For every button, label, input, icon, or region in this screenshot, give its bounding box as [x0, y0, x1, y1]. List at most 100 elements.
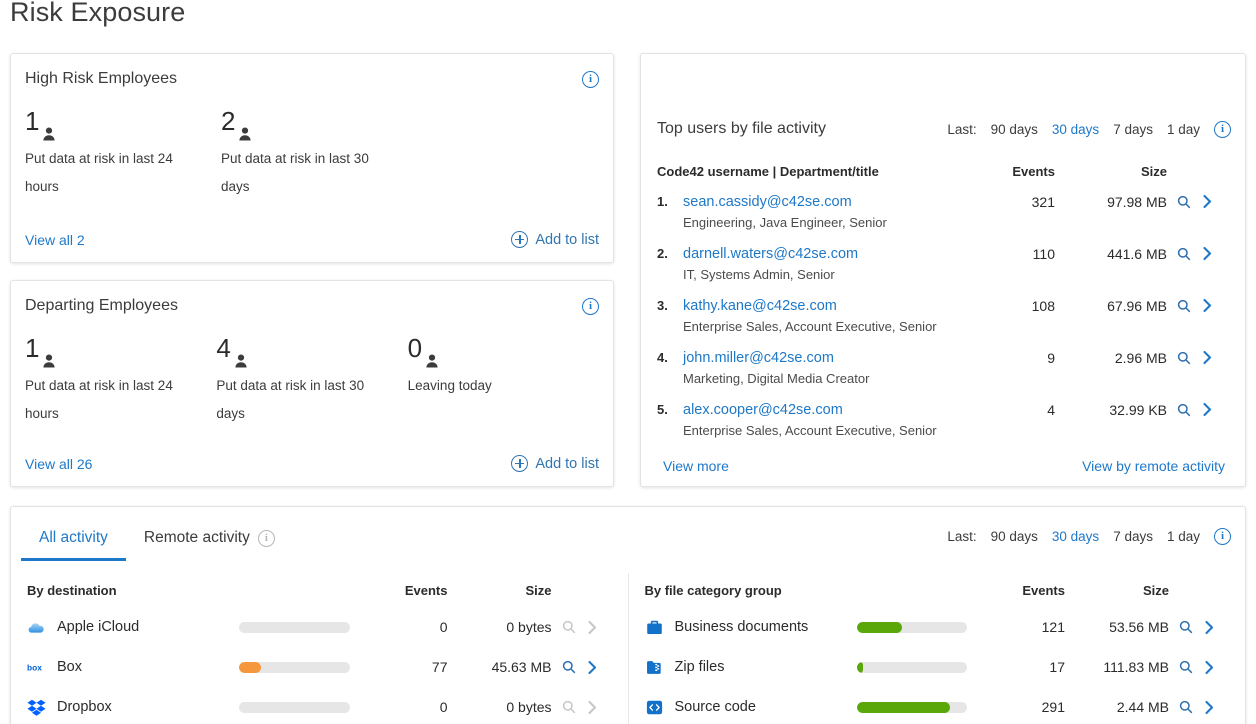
column-header-events: Events — [981, 583, 1065, 598]
chevron-right-icon[interactable] — [587, 620, 598, 635]
user-department: Engineering, Java Engineer, Senior — [683, 212, 959, 233]
table-row: Source code 291 2.44 MB — [645, 687, 1230, 724]
tab-label: All activity — [39, 529, 108, 547]
row-events: 77 — [364, 659, 448, 675]
range-option-30-days[interactable]: 30 days — [1052, 122, 1099, 137]
row-size: 111.83 MB — [1065, 659, 1175, 675]
user-email-link[interactable]: sean.cassidy@c42se.com — [683, 194, 852, 210]
stat-value: 4 — [216, 333, 230, 363]
chevron-right-icon[interactable] — [1204, 700, 1215, 715]
stat-value: 1 — [25, 333, 39, 363]
row-user: darnell.waters@c42se.com IT, Systems Adm… — [683, 244, 959, 285]
range-option-30-days[interactable]: 30 days — [1052, 529, 1099, 544]
stat-value: 0 — [408, 333, 422, 363]
tab-remote-activity[interactable]: Remote activity i — [126, 519, 293, 561]
row-actions — [558, 620, 612, 635]
chevron-right-icon[interactable] — [1202, 246, 1213, 261]
range-option-7-days[interactable]: 7 days — [1113, 529, 1153, 544]
row-size: 2.96 MB — [1055, 348, 1175, 366]
apple-icloud-icon — [27, 618, 46, 637]
search-icon[interactable] — [562, 660, 576, 674]
search-icon[interactable] — [1177, 247, 1191, 261]
table-row: Dropbox 0 0 bytes — [27, 687, 612, 724]
person-icon — [238, 117, 252, 132]
chevron-right-icon[interactable] — [1204, 620, 1215, 635]
search-icon[interactable] — [1177, 351, 1191, 365]
activity-tabs: All activity Remote activity i — [21, 519, 293, 561]
by-destination-table: By destination Events Size Apple iCloud — [11, 573, 628, 724]
chevron-right-icon[interactable] — [1204, 660, 1215, 675]
view-by-remote-activity-link[interactable]: View by remote activity — [1082, 458, 1225, 474]
row-events: 4 — [959, 400, 1055, 418]
view-all-link[interactable]: View all 2 — [25, 232, 85, 248]
add-to-list-button[interactable]: Add to list — [511, 231, 599, 248]
row-events: 0 — [364, 699, 448, 715]
stat-label: Leaving today — [408, 372, 568, 400]
info-icon[interactable]: i — [1214, 121, 1231, 138]
table-header: Code42 username | Department/title Event… — [657, 164, 1231, 179]
row-size: 2.44 MB — [1065, 699, 1175, 715]
row-events: 9 — [959, 348, 1055, 366]
chevron-right-icon[interactable] — [1202, 298, 1213, 313]
view-all-link[interactable]: View all 26 — [25, 456, 92, 472]
row-label: Zip files — [645, 658, 857, 677]
column-header-destination: By destination — [27, 583, 239, 598]
table-header: By destination Events Size — [27, 573, 612, 607]
info-icon[interactable]: i — [1214, 528, 1231, 545]
add-to-list-button[interactable]: Add to list — [511, 455, 599, 472]
range-option-90-days[interactable]: 90 days — [991, 529, 1038, 544]
user-email-link[interactable]: kathy.kane@c42se.com — [683, 298, 837, 314]
card-title: Departing Employees — [25, 297, 178, 315]
range-option-7-days[interactable]: 7 days — [1113, 122, 1153, 137]
table-row: Apple iCloud 0 0 bytes — [27, 607, 612, 647]
search-icon[interactable] — [562, 620, 576, 634]
view-more-link[interactable]: View more — [663, 458, 729, 474]
row-actions — [1175, 620, 1229, 635]
user-department: Marketing, Digital Media Creator — [683, 368, 959, 389]
chevron-right-icon[interactable] — [1202, 194, 1213, 209]
user-department: Enterprise Sales, Account Executive, Sen… — [683, 316, 959, 337]
user-email-link[interactable]: darnell.waters@c42se.com — [683, 246, 858, 262]
tab-label: Remote activity — [144, 529, 250, 547]
table-row: 5. alex.cooper@c42se.com Enterprise Sale… — [657, 400, 1231, 452]
row-bar — [857, 702, 982, 713]
card-footer: View all 26 Add to list — [25, 455, 599, 472]
search-icon[interactable] — [1179, 620, 1193, 634]
row-events: 321 — [959, 192, 1055, 210]
chevron-right-icon[interactable] — [1202, 350, 1213, 365]
row-events: 121 — [981, 619, 1065, 635]
dropbox-icon — [27, 698, 46, 717]
row-events: 17 — [981, 659, 1065, 675]
stat-value-wrap: 0 — [408, 333, 599, 363]
chevron-right-icon[interactable] — [1202, 402, 1213, 417]
user-email-link[interactable]: alex.cooper@c42se.com — [683, 402, 843, 418]
info-icon[interactable]: i — [582, 71, 599, 88]
row-actions — [1175, 244, 1231, 261]
person-icon — [42, 117, 56, 132]
range-option-1-day[interactable]: 1 day — [1167, 529, 1200, 544]
search-icon[interactable] — [1177, 403, 1191, 417]
chevron-right-icon[interactable] — [587, 660, 598, 675]
row-events: 108 — [959, 296, 1055, 314]
bar-track — [857, 662, 968, 673]
range-option-90-days[interactable]: 90 days — [991, 122, 1038, 137]
user-email-link[interactable]: john.miller@c42se.com — [683, 350, 834, 366]
range-label: Last: — [947, 122, 976, 137]
range-option-1-day[interactable]: 1 day — [1167, 122, 1200, 137]
info-icon[interactable]: i — [582, 298, 599, 315]
stat-block: 1 Put data at risk in last 24 hours — [25, 333, 216, 428]
chevron-right-icon[interactable] — [587, 700, 598, 715]
row-events: 0 — [364, 619, 448, 635]
row-bar — [857, 662, 982, 673]
row-actions — [1175, 296, 1231, 313]
table-row: 3. kathy.kane@c42se.com Enterprise Sales… — [657, 296, 1231, 348]
search-icon[interactable] — [1179, 700, 1193, 714]
search-icon[interactable] — [1177, 195, 1191, 209]
row-actions — [558, 700, 612, 715]
tab-all-activity[interactable]: All activity — [21, 519, 126, 561]
row-bar — [239, 702, 364, 713]
search-icon[interactable] — [1179, 660, 1193, 674]
info-icon[interactable]: i — [258, 530, 275, 547]
search-icon[interactable] — [1177, 299, 1191, 313]
search-icon[interactable] — [562, 700, 576, 714]
